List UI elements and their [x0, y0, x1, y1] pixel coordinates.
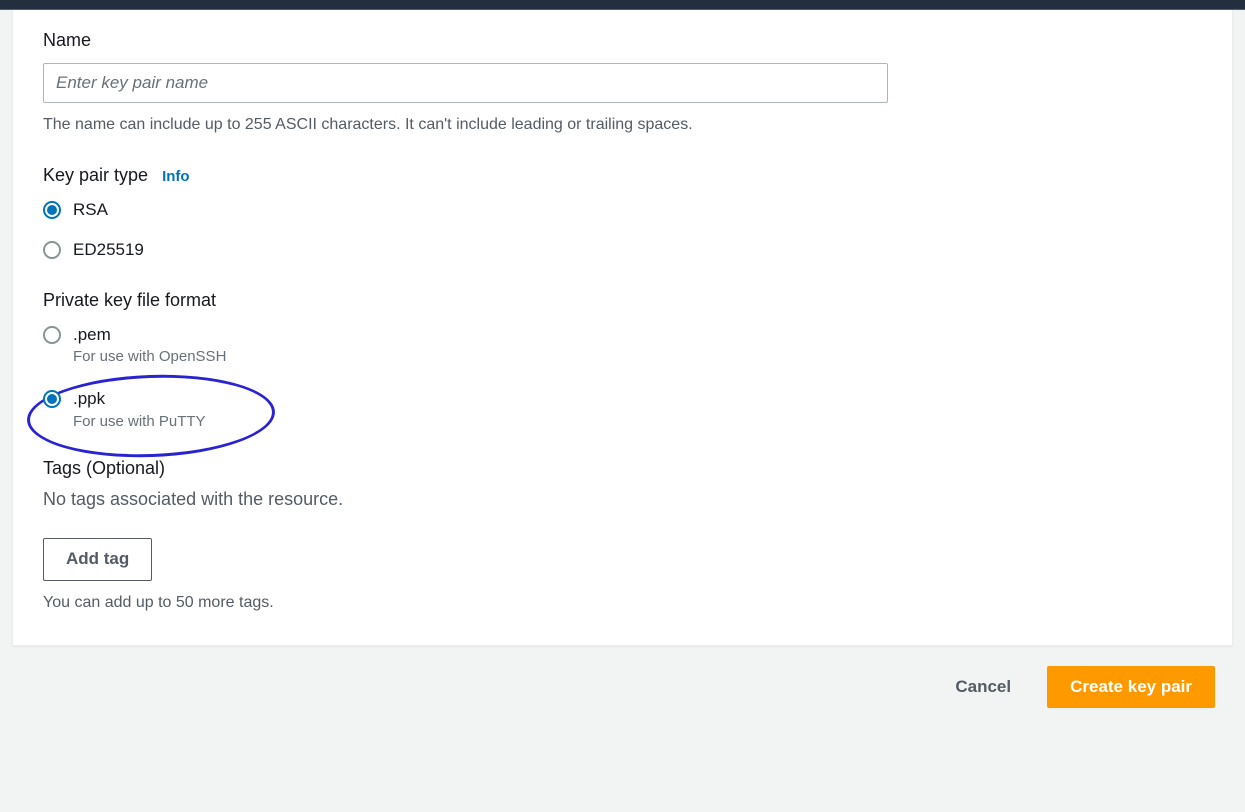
file-format-label: Private key file format: [43, 290, 1202, 311]
radio-icon: [43, 326, 61, 344]
radio-icon: [43, 201, 61, 219]
radio-ppk[interactable]: .ppk For use with PuTTY: [43, 387, 1202, 430]
radio-ed25519-label: ED25519: [73, 238, 144, 262]
radio-ed25519[interactable]: ED25519: [43, 238, 1202, 262]
tags-section: Tags (Optional) No tags associated with …: [43, 458, 1202, 614]
window-topbar: [0, 0, 1245, 10]
name-label: Name: [43, 30, 1202, 51]
radio-pem-sub: For use with OpenSSH: [73, 348, 226, 365]
footer-actions: Cancel Create key pair: [0, 646, 1245, 738]
info-link[interactable]: Info: [162, 168, 190, 185]
cancel-button[interactable]: Cancel: [935, 666, 1031, 708]
key-pair-type-radio-group: RSA ED25519: [43, 198, 1202, 262]
name-section: Name The name can include up to 255 ASCI…: [43, 30, 1202, 137]
name-help-text: The name can include up to 255 ASCII cha…: [43, 113, 1202, 137]
create-key-pair-panel: Name The name can include up to 255 ASCI…: [12, 10, 1233, 646]
radio-rsa-label: RSA: [73, 198, 108, 222]
radio-rsa[interactable]: RSA: [43, 198, 1202, 222]
file-format-radio-group: .pem For use with OpenSSH .ppk For use w…: [43, 323, 1202, 431]
create-key-pair-button[interactable]: Create key pair: [1047, 666, 1215, 708]
radio-pem[interactable]: .pem For use with OpenSSH: [43, 323, 1202, 366]
tags-limit-text: You can add up to 50 more tags.: [43, 591, 1202, 615]
tags-empty-text: No tags associated with the resource.: [43, 489, 1202, 510]
radio-ppk-sub: For use with PuTTY: [73, 413, 206, 430]
file-format-section: Private key file format .pem For use wit…: [43, 290, 1202, 431]
radio-pem-label: .pem: [73, 323, 226, 347]
key-pair-type-section: Key pair type Info RSA ED25519: [43, 165, 1202, 262]
key-pair-type-label: Key pair type: [43, 165, 148, 186]
tags-heading: Tags (Optional): [43, 458, 1202, 479]
radio-icon: [43, 390, 61, 408]
add-tag-button[interactable]: Add tag: [43, 538, 152, 580]
radio-ppk-label: .ppk: [73, 387, 206, 411]
key-pair-name-input[interactable]: [43, 63, 888, 103]
radio-icon: [43, 241, 61, 259]
